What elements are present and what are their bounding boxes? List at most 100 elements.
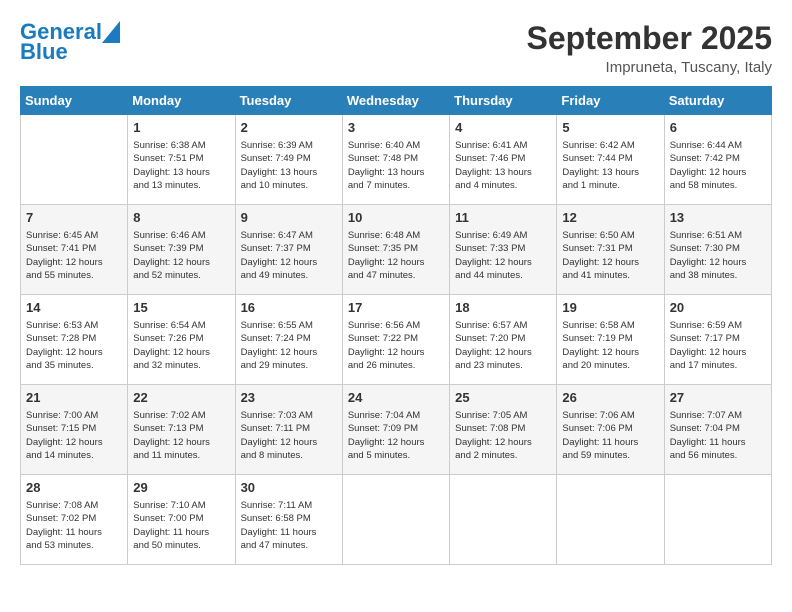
day-content: Sunrise: 7:10 AM Sunset: 7:00 PM Dayligh… [133, 499, 229, 552]
day-number: 6 [670, 119, 766, 137]
day-content: Sunrise: 7:05 AM Sunset: 7:08 PM Dayligh… [455, 409, 551, 462]
day-content: Sunrise: 7:00 AM Sunset: 7:15 PM Dayligh… [26, 409, 122, 462]
calendar-cell: 27 Sunrise: 7:07 AM Sunset: 7:04 PM Dayli… [664, 385, 771, 475]
calendar-cell: 14 Sunrise: 6:53 AM Sunset: 7:28 PM Dayli… [21, 295, 128, 385]
day-number: 23 [241, 389, 337, 407]
day-number: 19 [562, 299, 658, 317]
page-header: General Blue September 2025 Impruneta, T… [20, 20, 772, 76]
calendar-cell: 5 Sunrise: 6:42 AM Sunset: 7:44 PM Daylig… [557, 115, 664, 205]
day-number: 3 [348, 119, 444, 137]
day-content: Sunrise: 6:45 AM Sunset: 7:41 PM Dayligh… [26, 229, 122, 282]
day-number: 29 [133, 479, 229, 497]
day-number: 27 [670, 389, 766, 407]
calendar-cell: 8 Sunrise: 6:46 AM Sunset: 7:39 PM Daylig… [128, 205, 235, 295]
calendar-cell: 1 Sunrise: 6:38 AM Sunset: 7:51 PM Daylig… [128, 115, 235, 205]
calendar-cell [21, 115, 128, 205]
calendar-table: SundayMondayTuesdayWednesdayThursdayFrid… [20, 86, 772, 565]
day-content: Sunrise: 7:04 AM Sunset: 7:09 PM Dayligh… [348, 409, 444, 462]
calendar-cell: 6 Sunrise: 6:44 AM Sunset: 7:42 PM Daylig… [664, 115, 771, 205]
calendar-cell: 28 Sunrise: 7:08 AM Sunset: 7:02 PM Dayli… [21, 475, 128, 565]
day-number: 28 [26, 479, 122, 497]
day-content: Sunrise: 6:42 AM Sunset: 7:44 PM Dayligh… [562, 139, 658, 192]
calendar-cell: 12 Sunrise: 6:50 AM Sunset: 7:31 PM Dayli… [557, 205, 664, 295]
calendar-cell [450, 475, 557, 565]
calendar-cell: 17 Sunrise: 6:56 AM Sunset: 7:22 PM Dayli… [342, 295, 449, 385]
day-number: 15 [133, 299, 229, 317]
day-number: 5 [562, 119, 658, 137]
calendar-cell: 4 Sunrise: 6:41 AM Sunset: 7:46 PM Daylig… [450, 115, 557, 205]
calendar-cell: 24 Sunrise: 7:04 AM Sunset: 7:09 PM Dayli… [342, 385, 449, 475]
day-content: Sunrise: 7:07 AM Sunset: 7:04 PM Dayligh… [670, 409, 766, 462]
day-content: Sunrise: 6:58 AM Sunset: 7:19 PM Dayligh… [562, 319, 658, 372]
day-header-sunday: Sunday [21, 87, 128, 115]
calendar-cell: 22 Sunrise: 7:02 AM Sunset: 7:13 PM Dayli… [128, 385, 235, 475]
day-content: Sunrise: 6:40 AM Sunset: 7:48 PM Dayligh… [348, 139, 444, 192]
day-number: 4 [455, 119, 551, 137]
week-row-2: 7 Sunrise: 6:45 AM Sunset: 7:41 PM Daylig… [21, 205, 772, 295]
day-header-wednesday: Wednesday [342, 87, 449, 115]
day-number: 8 [133, 209, 229, 227]
day-number: 21 [26, 389, 122, 407]
calendar-header: SundayMondayTuesdayWednesdayThursdayFrid… [21, 87, 772, 115]
day-number: 2 [241, 119, 337, 137]
calendar-cell: 30 Sunrise: 7:11 AM Sunset: 6:58 PM Dayli… [235, 475, 342, 565]
calendar-cell: 2 Sunrise: 6:39 AM Sunset: 7:49 PM Daylig… [235, 115, 342, 205]
calendar-cell: 13 Sunrise: 6:51 AM Sunset: 7:30 PM Dayli… [664, 205, 771, 295]
day-content: Sunrise: 6:44 AM Sunset: 7:42 PM Dayligh… [670, 139, 766, 192]
day-content: Sunrise: 7:02 AM Sunset: 7:13 PM Dayligh… [133, 409, 229, 462]
day-number: 1 [133, 119, 229, 137]
calendar-cell: 16Sunrise: 6:55 AM Sunset: 7:24 PM Dayli… [235, 295, 342, 385]
day-content: Sunrise: 6:57 AM Sunset: 7:20 PM Dayligh… [455, 319, 551, 372]
calendar-cell: 20 Sunrise: 6:59 AM Sunset: 7:17 PM Dayli… [664, 295, 771, 385]
day-number: 18 [455, 299, 551, 317]
day-content: Sunrise: 6:51 AM Sunset: 7:30 PM Dayligh… [670, 229, 766, 282]
day-content: Sunrise: 6:50 AM Sunset: 7:31 PM Dayligh… [562, 229, 658, 282]
day-content: Sunrise: 7:08 AM Sunset: 7:02 PM Dayligh… [26, 499, 122, 552]
day-number: 14 [26, 299, 122, 317]
day-content: Sunrise: 6:56 AM Sunset: 7:22 PM Dayligh… [348, 319, 444, 372]
day-number: 11 [455, 209, 551, 227]
day-content: Sunrise: 7:11 AM Sunset: 6:58 PM Dayligh… [241, 499, 337, 552]
day-number: 22 [133, 389, 229, 407]
day-content: Sunrise: 6:39 AM Sunset: 7:49 PM Dayligh… [241, 139, 337, 192]
day-content: Sunrise: 6:46 AM Sunset: 7:39 PM Dayligh… [133, 229, 229, 282]
calendar-cell [557, 475, 664, 565]
day-content: Sunrise: 6:49 AM Sunset: 7:33 PM Dayligh… [455, 229, 551, 282]
calendar-cell: 29 Sunrise: 7:10 AM Sunset: 7:00 PM Dayli… [128, 475, 235, 565]
calendar-cell: 25 Sunrise: 7:05 AM Sunset: 7:08 PM Dayli… [450, 385, 557, 475]
day-header-thursday: Thursday [450, 87, 557, 115]
day-number: 26 [562, 389, 658, 407]
day-number: 17 [348, 299, 444, 317]
day-content: Sunrise: 6:38 AM Sunset: 7:51 PM Dayligh… [133, 139, 229, 192]
days-row: SundayMondayTuesdayWednesdayThursdayFrid… [21, 87, 772, 115]
calendar-cell: 7 Sunrise: 6:45 AM Sunset: 7:41 PM Daylig… [21, 205, 128, 295]
day-number: 25 [455, 389, 551, 407]
week-row-3: 14 Sunrise: 6:53 AM Sunset: 7:28 PM Dayli… [21, 295, 772, 385]
week-row-4: 21 Sunrise: 7:00 AM Sunset: 7:15 PM Dayli… [21, 385, 772, 475]
day-number: 30 [241, 479, 337, 497]
calendar-cell: 19 Sunrise: 6:58 AM Sunset: 7:19 PM Dayli… [557, 295, 664, 385]
day-content: Sunrise: 7:03 AM Sunset: 7:11 PM Dayligh… [241, 409, 337, 462]
day-header-friday: Friday [557, 87, 664, 115]
day-number: 20 [670, 299, 766, 317]
day-content: Sunrise: 6:48 AM Sunset: 7:35 PM Dayligh… [348, 229, 444, 282]
day-header-tuesday: Tuesday [235, 87, 342, 115]
week-row-1: 1 Sunrise: 6:38 AM Sunset: 7:51 PM Daylig… [21, 115, 772, 205]
day-number: 24 [348, 389, 444, 407]
calendar-cell: 11 Sunrise: 6:49 AM Sunset: 7:33 PM Dayli… [450, 205, 557, 295]
day-content: Sunrise: 6:53 AM Sunset: 7:28 PM Dayligh… [26, 319, 122, 372]
day-content: Sunrise: 6:54 AM Sunset: 7:26 PM Dayligh… [133, 319, 229, 372]
day-number: 12 [562, 209, 658, 227]
day-number: 9 [241, 209, 337, 227]
day-header-saturday: Saturday [664, 87, 771, 115]
day-number: 13 [670, 209, 766, 227]
day-content: Sunrise: 6:59 AM Sunset: 7:17 PM Dayligh… [670, 319, 766, 372]
location-subtitle: Impruneta, Tuscany, Italy [527, 59, 772, 76]
calendar-body: 1 Sunrise: 6:38 AM Sunset: 7:51 PM Daylig… [21, 115, 772, 565]
logo: General Blue [20, 20, 120, 64]
day-content: Sunrise: 6:41 AM Sunset: 7:46 PM Dayligh… [455, 139, 551, 192]
calendar-cell: 10Sunrise: 6:48 AM Sunset: 7:35 PM Dayli… [342, 205, 449, 295]
day-content: Sunrise: 6:47 AM Sunset: 7:37 PM Dayligh… [241, 229, 337, 282]
logo-icon [102, 21, 120, 43]
day-number: 7 [26, 209, 122, 227]
